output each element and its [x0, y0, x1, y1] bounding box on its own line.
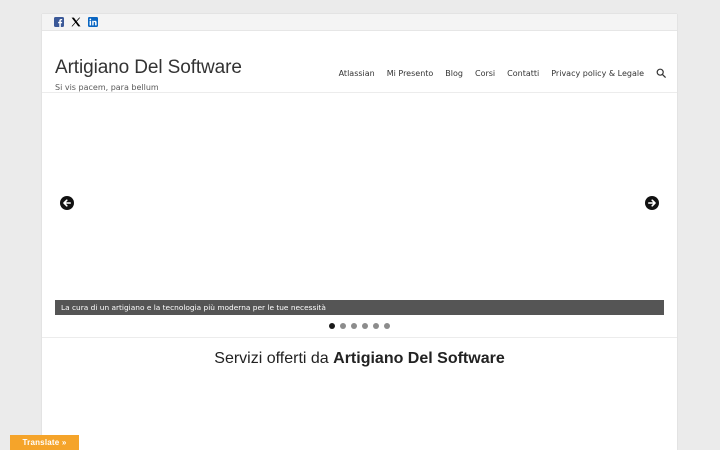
slider-pagination	[42, 323, 677, 329]
arrow-right-icon[interactable]	[645, 196, 659, 210]
nav-item-mi-presento[interactable]: Mi Presento	[387, 69, 434, 78]
social-bar	[42, 14, 677, 31]
nav-item-blog[interactable]: Blog	[445, 69, 463, 78]
facebook-icon[interactable]	[54, 17, 64, 27]
page-container: Artigiano Del Software Si vis pacem, par…	[42, 14, 677, 450]
nav-item-contatti[interactable]: Contatti	[507, 69, 539, 78]
slider-caption: La cura di un artigiano e la tecnologia …	[55, 300, 664, 315]
services-heading-bold: Artigiano Del Software	[333, 350, 505, 367]
site-title[interactable]: Artigiano Del Software	[55, 57, 242, 79]
linkedin-icon[interactable]	[88, 17, 98, 27]
slider-dot[interactable]	[351, 323, 357, 329]
slider-dot[interactable]	[373, 323, 379, 329]
services-heading: Servizi offerti da Artigiano Del Softwar…	[42, 350, 677, 368]
nav-item-privacy[interactable]: Privacy policy & Legale	[551, 69, 644, 78]
translate-button[interactable]: Translate »	[10, 435, 79, 450]
site-header: Artigiano Del Software Si vis pacem, par…	[42, 31, 677, 93]
arrow-left-icon[interactable]	[60, 196, 74, 210]
slider-dot[interactable]	[384, 323, 390, 329]
nav-item-corsi[interactable]: Corsi	[475, 69, 495, 78]
search-icon[interactable]	[656, 68, 666, 78]
nav-item-atlassian[interactable]: Atlassian	[339, 69, 375, 78]
x-twitter-icon[interactable]	[71, 17, 81, 27]
services-heading-prefix: Servizi offerti da	[214, 350, 334, 367]
main-nav: Atlassian Mi Presento Blog Corsi Contatt…	[327, 68, 666, 78]
hero-slider: La cura di un artigiano e la tecnologia …	[42, 93, 677, 338]
site-tagline: Si vis pacem, para bellum	[55, 83, 159, 92]
slider-dot[interactable]	[329, 323, 335, 329]
slider-dot[interactable]	[362, 323, 368, 329]
slider-dot[interactable]	[340, 323, 346, 329]
